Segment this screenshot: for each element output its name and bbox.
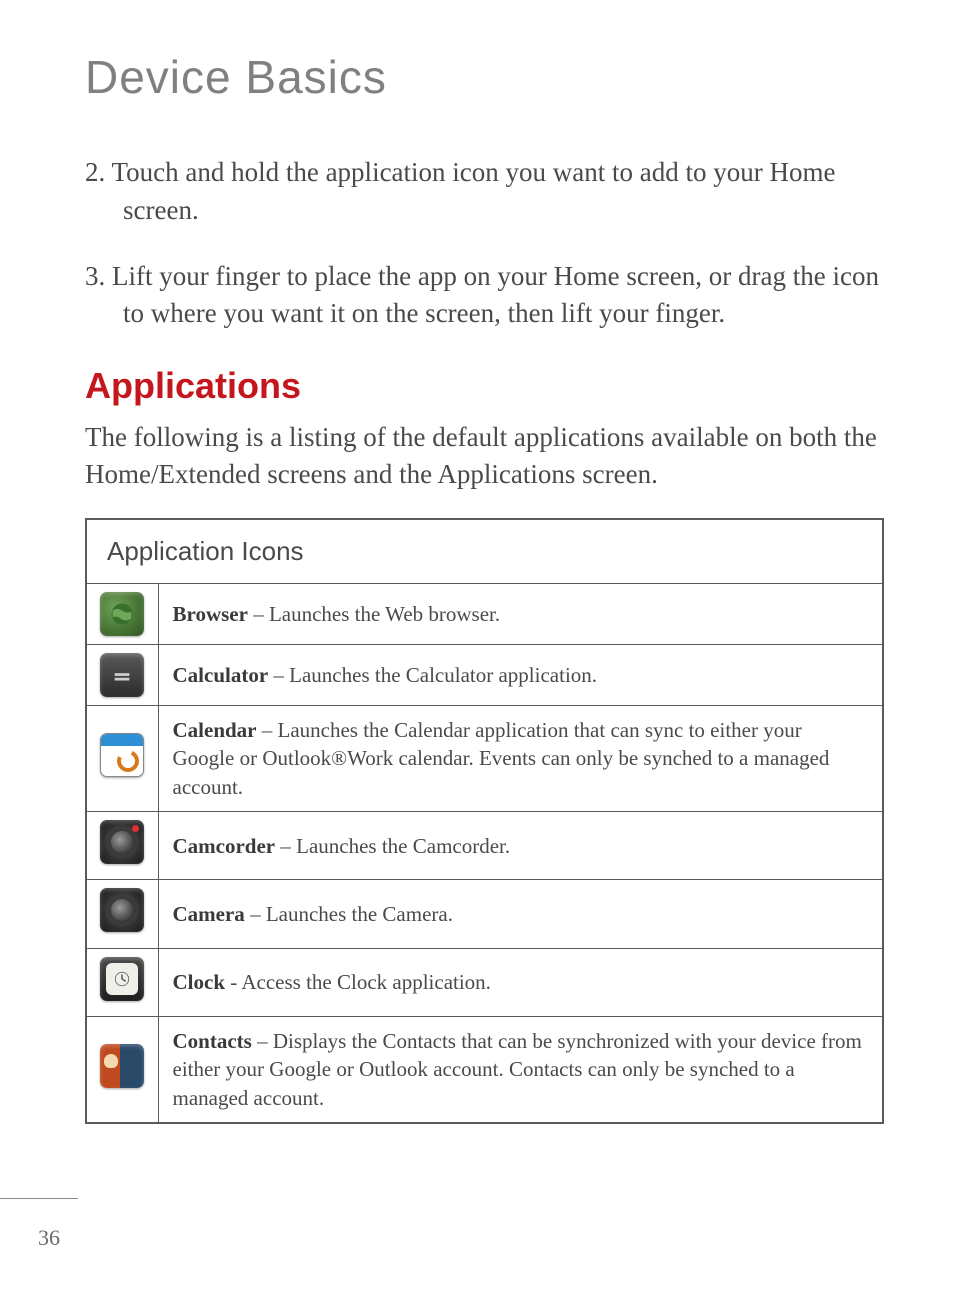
applications-intro: The following is a listing of the defaul… (85, 419, 884, 492)
applications-heading: Applications (85, 365, 884, 407)
app-desc: Launches the Camera. (266, 902, 453, 926)
sep: - (225, 970, 241, 994)
step-2: 2. Touch and hold the application icon y… (85, 154, 884, 230)
calendar-icon (100, 733, 144, 777)
app-desc: Launches the Calculator application. (289, 663, 597, 687)
step-3-num: 3. (85, 261, 105, 291)
application-icons-table: Application Icons Browser – Launches the… (85, 518, 884, 1124)
step-3: 3. Lift your finger to place the app on … (85, 258, 884, 334)
app-desc: Access the Clock application. (241, 970, 491, 994)
table-row: Contacts – Displays the Contacts that ca… (86, 1017, 883, 1124)
step-2-text: Touch and hold the application icon you … (112, 157, 836, 225)
page-title: Device Basics (85, 50, 884, 104)
app-name: Calculator (173, 663, 269, 687)
sep: – (268, 663, 289, 687)
step-2-num: 2. (85, 157, 105, 187)
page-number: 36 (38, 1225, 60, 1251)
table-row: Clock - Access the Clock application. (86, 948, 883, 1016)
calculator-icon (100, 653, 144, 697)
sep: – (275, 834, 296, 858)
cell-contacts: Contacts – Displays the Contacts that ca… (158, 1017, 883, 1124)
cell-calendar: Calendar – Launches the Calendar applica… (158, 706, 883, 812)
cell-clock: Clock - Access the Clock application. (158, 948, 883, 1016)
icon-cell (86, 706, 158, 812)
cell-camcorder: Camcorder – Launches the Camcorder. (158, 812, 883, 880)
sep: – (245, 902, 266, 926)
contacts-icon (100, 1044, 144, 1088)
clock-icon (100, 957, 144, 1001)
app-desc: Launches the Web browser. (269, 602, 500, 626)
table-row: Browser – Launches the Web browser. (86, 584, 883, 645)
table-row: Calculator – Launches the Calculator app… (86, 645, 883, 706)
browser-icon (100, 592, 144, 636)
app-name: Camera (173, 902, 245, 926)
sep: – (252, 1029, 273, 1053)
icon-cell (86, 645, 158, 706)
icon-cell (86, 812, 158, 880)
icon-cell (86, 880, 158, 948)
cell-calculator: Calculator – Launches the Calculator app… (158, 645, 883, 706)
app-desc: Launches the Camcorder. (296, 834, 510, 858)
app-name: Clock (173, 970, 226, 994)
table-row: Camcorder – Launches the Camcorder. (86, 812, 883, 880)
footer-divider (0, 1198, 78, 1200)
sep: – (248, 602, 269, 626)
table-row: Calendar – Launches the Calendar applica… (86, 706, 883, 812)
sep: – (257, 718, 278, 742)
icon-cell (86, 948, 158, 1016)
app-name: Contacts (173, 1029, 252, 1053)
icon-cell (86, 1017, 158, 1124)
app-name: Browser (173, 602, 248, 626)
app-name: Calendar (173, 718, 257, 742)
step-3-text: Lift your finger to place the app on you… (112, 261, 879, 329)
cell-camera: Camera – Launches the Camera. (158, 880, 883, 948)
cell-browser: Browser – Launches the Web browser. (158, 584, 883, 645)
app-desc: Displays the Contacts that can be synchr… (173, 1029, 862, 1110)
camcorder-icon (100, 820, 144, 864)
table-row: Camera – Launches the Camera. (86, 880, 883, 948)
app-name: Camcorder (173, 834, 276, 858)
table-header: Application Icons (86, 519, 883, 584)
camera-icon (100, 888, 144, 932)
icon-cell (86, 584, 158, 645)
